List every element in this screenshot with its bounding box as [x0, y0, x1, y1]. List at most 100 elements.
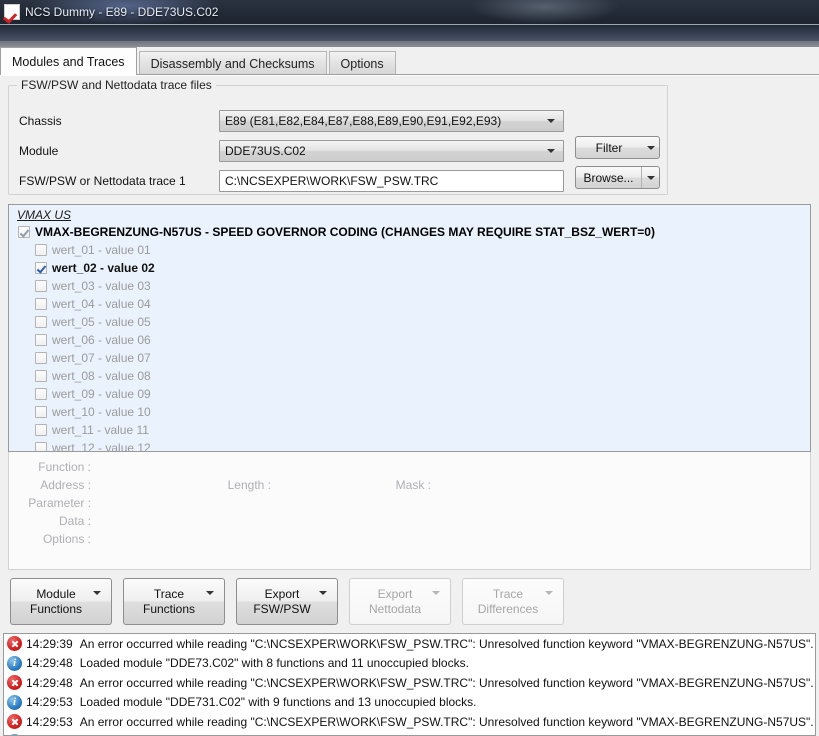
- list-item-label: wert_06 - value 06: [52, 333, 151, 347]
- item-checkbox[interactable]: [35, 334, 47, 346]
- log-list[interactable]: 14:29:39 An error occurred while reading…: [3, 633, 816, 736]
- list-item-label: wert_07 - value 07: [52, 351, 151, 365]
- list-item-label: wert_04 - value 04: [52, 297, 151, 311]
- log-message: An error occurred while reading "C:\NCSE…: [79, 675, 816, 690]
- list-item-label: wert_01 - value 01: [52, 243, 151, 257]
- chevron-down-icon[interactable]: [206, 590, 214, 609]
- tab-disassembly-and-checksums[interactable]: Disassembly and Checksums: [138, 51, 327, 75]
- module-combobox[interactable]: DDE73US.C02: [219, 140, 564, 162]
- item-checkbox[interactable]: [35, 316, 47, 328]
- list-item[interactable]: wert_02 - value 02: [9, 259, 810, 277]
- detail-length-label: Length :: [227, 478, 271, 492]
- window-title: NCS Dummy - E89 - DDE73US.C02: [25, 5, 219, 19]
- item-checkbox[interactable]: [35, 370, 47, 382]
- chassis-label: Chassis: [19, 114, 62, 128]
- module-field-row: Module: [19, 140, 219, 162]
- log-message: An error occurred while reading "C:\NCSE…: [79, 714, 816, 729]
- log-message: Loaded module "DDE73.C02" with 8 functio…: [79, 656, 469, 671]
- error-icon: [7, 714, 22, 730]
- detail-function-label: Function :: [38, 460, 91, 474]
- list-group-header[interactable]: VMAX US: [9, 205, 810, 223]
- chassis-value: E89 (E81,E82,E84,E87,E88,E89,E90,E91,E92…: [225, 114, 502, 128]
- tab-label: Options: [340, 56, 384, 71]
- detail-parameter-label: Parameter :: [28, 496, 91, 510]
- detail-address-label: Address :: [40, 478, 91, 492]
- log-time: 14:29:53: [26, 714, 73, 729]
- detail-mask-label: Mask :: [395, 478, 431, 492]
- chassis-field-row: Chassis: [19, 110, 219, 132]
- filter-button[interactable]: Filter: [575, 136, 660, 159]
- item-checkbox[interactable]: [35, 298, 47, 310]
- detail-data-label: Data :: [58, 514, 91, 528]
- export-fsw-psw-button[interactable]: Export FSW/PSW: [236, 578, 338, 625]
- groupbox-title: FSW/PSW and Nettodata trace files: [17, 78, 216, 92]
- list-item-label: wert_11 - value 11: [52, 423, 149, 437]
- log-message: Loaded module "DDE731.C02" with 9 functi…: [79, 695, 477, 710]
- chevron-down-icon: [545, 590, 553, 609]
- log-row[interactable]: 14:29:39 An error occurred while reading…: [4, 634, 815, 654]
- trace-functions-button[interactable]: Trace Functions: [123, 578, 225, 625]
- item-checkbox[interactable]: [35, 406, 47, 418]
- window-glass-strip: [0, 24, 819, 47]
- list-item-label: wert_02 - value 02: [52, 261, 155, 275]
- chevron-down-icon: [547, 119, 555, 123]
- window-titlebar: NCS Dummy - E89 - DDE73US.C02: [0, 0, 819, 24]
- item-checkbox[interactable]: [35, 244, 47, 256]
- trace-files-groupbox: FSW/PSW and Nettodata trace files Chassi…: [8, 78, 668, 195]
- log-row[interactable]: 14:29:48 Loaded module "DDE73.C02" with …: [4, 654, 815, 674]
- list-row-function[interactable]: VMAX-BEGRENZUNG-N57US - SPEED GOVERNOR C…: [9, 223, 810, 241]
- list-item-label: wert_05 - value 05: [52, 315, 151, 329]
- module-value: DDE73US.C02: [225, 144, 306, 158]
- list-item[interactable]: wert_07 - value 07: [9, 349, 810, 367]
- trace-file-field-row: FSW/PSW or Nettodata trace 1: [19, 170, 219, 192]
- trace-differences-button: Trace Differences: [462, 578, 564, 625]
- tab-label: Disassembly and Checksums: [150, 56, 315, 71]
- chassis-combobox[interactable]: E89 (E81,E82,E84,E87,E88,E89,E90,E91,E92…: [219, 110, 564, 132]
- chevron-down-icon[interactable]: [642, 145, 659, 150]
- trace-file-input[interactable]: C:\NCSEXPER\WORK\FSW_PSW.TRC: [219, 170, 564, 192]
- list-item[interactable]: wert_05 - value 05: [9, 313, 810, 331]
- error-icon: [7, 675, 22, 691]
- tab-options[interactable]: Options: [328, 51, 396, 75]
- log-time: 14:29:48: [26, 675, 73, 690]
- list-item[interactable]: wert_06 - value 06: [9, 331, 810, 349]
- item-checkbox[interactable]: [35, 442, 47, 451]
- list-item-label: wert_03 - value 03: [52, 279, 151, 293]
- item-checkbox[interactable]: [35, 424, 47, 436]
- browse-button[interactable]: Browse...: [575, 166, 660, 189]
- item-checkbox[interactable]: [35, 262, 47, 274]
- chevron-down-icon: [432, 590, 440, 609]
- list-item-label: wert_10 - value 10: [52, 405, 151, 419]
- list-item[interactable]: wert_10 - value 10: [9, 403, 810, 421]
- action-button-bar: Module Functions Trace Functions Export FSW…: [10, 578, 564, 625]
- list-item[interactable]: wert_09 - value 09: [9, 385, 810, 403]
- item-checkbox[interactable]: [35, 352, 47, 364]
- function-list[interactable]: VMAX US VMAX-BEGRENZUNG-N57US - SPEED GO…: [8, 204, 811, 452]
- log-row[interactable]: 14:29:53 Loaded module "DDE731.C02" with…: [4, 693, 815, 713]
- details-pane: Function : Address : Length : Mask : Par…: [8, 452, 811, 570]
- list-item[interactable]: wert_11 - value 11: [9, 421, 810, 439]
- trace-file-label: FSW/PSW or Nettodata trace 1: [19, 174, 186, 188]
- item-checkbox[interactable]: [35, 388, 47, 400]
- list-item[interactable]: wert_12 - value 12: [9, 439, 810, 451]
- chevron-down-icon[interactable]: [93, 590, 101, 609]
- list-item[interactable]: wert_01 - value 01: [9, 241, 810, 259]
- chevron-down-icon[interactable]: [642, 175, 659, 180]
- log-row[interactable]: 14:29:53 An error occurred while reading…: [4, 712, 815, 732]
- list-item[interactable]: wert_03 - value 03: [9, 277, 810, 295]
- list-item[interactable]: wert_04 - value 04: [9, 295, 810, 313]
- module-functions-button[interactable]: Module Functions: [10, 578, 112, 625]
- chevron-down-icon[interactable]: [319, 590, 327, 609]
- tab-modules-and-traces[interactable]: Modules and Traces: [0, 47, 137, 75]
- item-checkbox[interactable]: [35, 280, 47, 292]
- export-nettodata-button: Export Nettodata: [349, 578, 451, 625]
- list-item-label: wert_08 - value 08: [52, 369, 151, 383]
- list-item-label: wert_09 - value 09: [52, 387, 151, 401]
- list-item[interactable]: wert_08 - value 08: [9, 367, 810, 385]
- chevron-down-icon: [547, 149, 555, 153]
- log-row[interactable]: 14:29:48 An error occurred while reading…: [4, 673, 815, 693]
- function-checkbox[interactable]: [18, 226, 30, 238]
- log-message: An error occurred while reading "C:\NCSE…: [79, 636, 816, 651]
- log-row[interactable]: [4, 732, 815, 735]
- log-time: 14:29:53: [26, 695, 73, 710]
